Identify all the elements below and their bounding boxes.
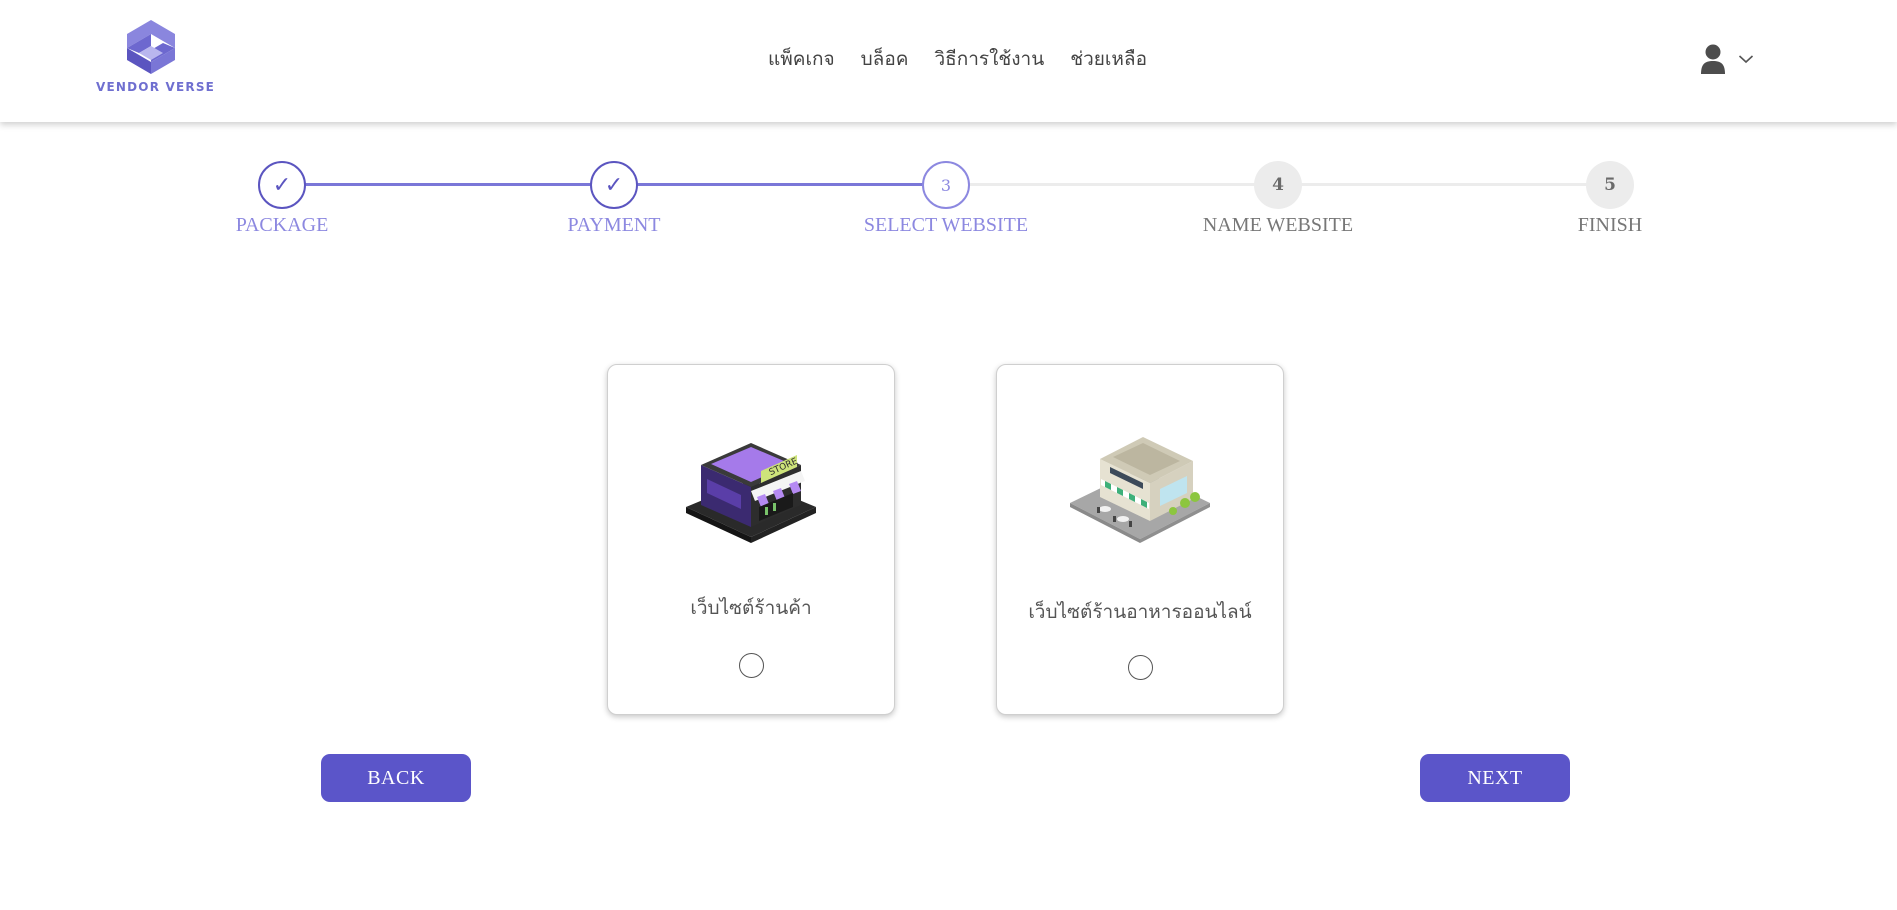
brand-logo[interactable]: VENDOR VERSE bbox=[96, 18, 216, 98]
step-check-icon: ✓ bbox=[258, 161, 306, 209]
step-select-website: 3 SELECT WEBSITE bbox=[846, 161, 1046, 237]
next-button[interactable]: NEXT bbox=[1420, 754, 1570, 802]
back-button[interactable]: BACK bbox=[321, 754, 471, 802]
nav-item-help[interactable]: ช่วยเหลือ bbox=[1070, 44, 1147, 74]
step-label: SELECT WEBSITE bbox=[863, 214, 1029, 236]
step-finish: 5 FINISH bbox=[1510, 161, 1710, 237]
restaurant-building-icon bbox=[997, 431, 1283, 551]
main-nav: แพ็คเกจ บล็อค วิธีการใช้งาน ช่วยเหลือ bbox=[768, 44, 1147, 74]
nav-item-package[interactable]: แพ็คเกจ bbox=[768, 44, 835, 74]
chevron-down-icon bbox=[1738, 55, 1754, 64]
step-label: NAME WEBSITE bbox=[1202, 214, 1354, 236]
step-check-icon: ✓ bbox=[590, 161, 638, 209]
step-number: 4 bbox=[1254, 161, 1302, 209]
brand-name: VENDOR VERSE bbox=[96, 80, 216, 94]
step-number: 5 bbox=[1586, 161, 1634, 209]
top-header: VENDOR VERSE แพ็คเกจ บล็อค วิธีการใช้งาน… bbox=[0, 0, 1897, 122]
vendor-verse-logo-icon bbox=[127, 20, 175, 74]
user-menu-button[interactable] bbox=[1700, 44, 1754, 74]
option-radio-store[interactable] bbox=[739, 653, 764, 678]
nav-item-blog[interactable]: บล็อค bbox=[861, 44, 909, 74]
step-label: PAYMENT bbox=[567, 214, 661, 236]
store-building-icon: STORE bbox=[608, 435, 894, 545]
step-payment: ✓ PAYMENT bbox=[514, 161, 714, 237]
step-label: FINISH bbox=[1577, 214, 1643, 236]
option-title: เว็บไซต์ร้านค้า bbox=[690, 597, 812, 619]
step-label: PACKAGE bbox=[235, 214, 329, 236]
step-number: 3 bbox=[922, 161, 970, 209]
option-card-restaurant[interactable]: เว็บไซต์ร้านอาหารออนไลน์ bbox=[996, 364, 1284, 715]
option-radio-restaurant[interactable] bbox=[1128, 655, 1153, 680]
step-name-website: 4 NAME WEBSITE bbox=[1178, 161, 1378, 237]
option-title: เว็บไซต์ร้านอาหารออนไลน์ bbox=[1028, 601, 1252, 623]
option-card-store[interactable]: STORE เว็บไซต์ร้านค้า bbox=[607, 364, 895, 715]
user-icon bbox=[1701, 44, 1725, 74]
nav-item-how-to-use[interactable]: วิธีการใช้งาน bbox=[934, 44, 1044, 74]
step-package: ✓ PACKAGE bbox=[182, 161, 382, 237]
